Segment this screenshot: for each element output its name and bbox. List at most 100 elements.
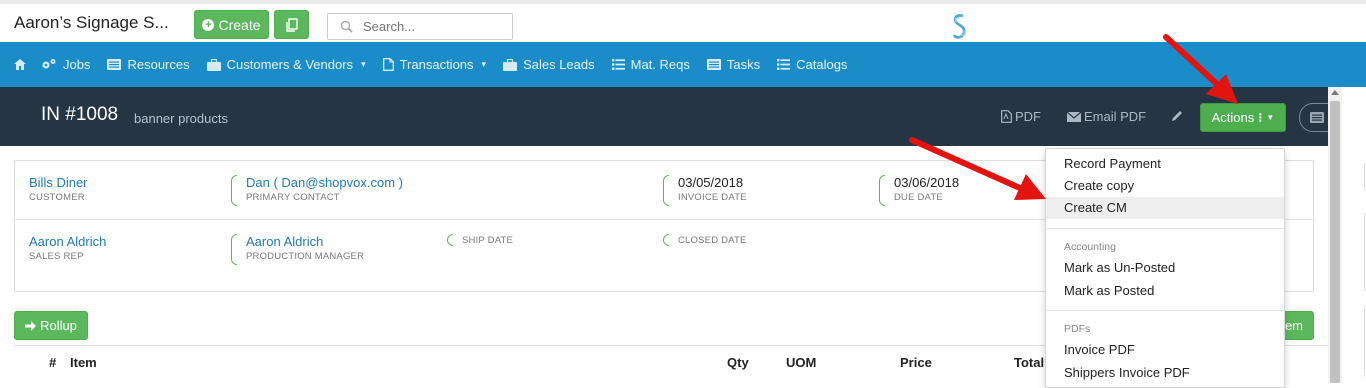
list-icon (706, 59, 721, 70)
pdf-link-label: PDF (1015, 109, 1041, 124)
production-manager-link[interactable]: Aaron Aldrich (246, 234, 364, 249)
nav-customers-vendors[interactable]: Customers & Vendors ▾ (206, 57, 366, 72)
nav-customers-vendors-label: Customers & Vendors (226, 57, 354, 72)
nav-home[interactable] (14, 59, 26, 70)
nav-jobs[interactable]: Jobs (41, 57, 90, 72)
primary-contact-link[interactable]: Dan ( Dan@shopvox.com ) (246, 175, 403, 190)
briefcase-icon (503, 58, 518, 71)
menu-header-accounting: Accounting (1064, 241, 1116, 253)
pencil-icon (1172, 111, 1182, 121)
shopvox-logo (952, 14, 966, 39)
invoice-number: IN #1008 (41, 104, 119, 125)
search-input[interactable] (363, 19, 503, 34)
main-nav: Jobs Resources Customers & Vendors ▾ Tra… (0, 42, 1366, 87)
nav-resources-label: Resources (127, 57, 190, 72)
invoice-date-value: 03/05/2018 (678, 175, 744, 190)
menu-item-invoice-pdf[interactable]: Invoice PDF (1046, 339, 1284, 361)
closed-date-label: CLOSED DATE (678, 235, 747, 246)
email-pdf-label: Email PDF (1084, 109, 1147, 124)
nav-sales-leads-label: Sales Leads (523, 57, 595, 72)
pdf-link[interactable]: PDF (1001, 109, 1041, 124)
actions-button[interactable]: Actions ⁝ ▼ (1200, 103, 1286, 132)
copy-document-button[interactable] (274, 10, 309, 39)
nav-mat-reqs[interactable]: Mat. Reqs (611, 57, 690, 72)
search-box[interactable] (327, 13, 513, 40)
column-header-qty: Qty (727, 355, 749, 370)
customer-link[interactable]: Bills Diner (29, 175, 88, 190)
scrollbar-thumb[interactable] (1330, 101, 1340, 383)
due-date-value: 03/06/2018 (894, 175, 960, 190)
plus-circle-icon: + (202, 18, 215, 31)
field-bracket (231, 234, 237, 265)
document-icon (382, 58, 394, 71)
column-header-price: Price (900, 355, 932, 370)
due-date-field[interactable]: 03/06/2018 DUE DATE (894, 175, 959, 203)
primary-contact-field: Dan ( Dan@shopvox.com ) PRIMARY CONTACT (246, 175, 403, 203)
sales-rep-label: SALES REP (29, 251, 84, 262)
menu-item-shippers-invoice-pdf[interactable]: Shippers Invoice PDF (1046, 362, 1284, 384)
email-pdf-link[interactable]: Email PDF (1067, 109, 1146, 124)
more-vertical-icon: ⁝ (1258, 109, 1263, 125)
field-bracket (663, 234, 669, 246)
production-manager-field: Aaron Aldrich PRODUCTION MANAGER (246, 234, 364, 262)
create-button[interactable]: + Create (194, 10, 269, 39)
chevron-down-icon: ▼ (1266, 113, 1275, 122)
app-title[interactable]: Aaron’s Signage S... (14, 13, 169, 33)
ship-date-field[interactable]: SHIP DATE (462, 235, 513, 246)
customer-field: Bills Diner CUSTOMER (29, 175, 88, 203)
right-panel-edge (1342, 87, 1366, 383)
rollup-button-label: Rollup (40, 318, 77, 333)
menu-item-mark-posted[interactable]: Mark as Posted (1046, 280, 1284, 302)
chevron-down-icon: ▾ (481, 59, 487, 69)
menu-item-record-payment[interactable]: Record Payment (1046, 153, 1284, 175)
scroll-up-arrow-icon[interactable] (1331, 90, 1339, 95)
menu-divider (1046, 310, 1284, 311)
scrollbar[interactable] (1328, 87, 1342, 383)
edit-button[interactable] (1171, 110, 1183, 122)
field-bracket (879, 175, 885, 206)
nav-catalogs[interactable]: Catalogs (777, 57, 847, 72)
sales-rep-field: Aaron Aldrich SALES REP (29, 234, 106, 262)
add-item-button-label: em (1284, 318, 1303, 333)
invoice-date-field[interactable]: 03/05/2018 INVOICE DATE (678, 175, 747, 203)
menu-item-create-cm[interactable]: Create CM (1046, 197, 1284, 219)
menu-divider (1046, 228, 1284, 229)
column-header-item: Item (70, 355, 97, 370)
column-header-uom: UOM (786, 355, 817, 370)
sales-rep-link[interactable]: Aaron Aldrich (29, 234, 106, 249)
nav-tasks[interactable]: Tasks (706, 57, 761, 72)
cogs-icon (42, 59, 56, 69)
menu-item-create-copy[interactable]: Create copy (1046, 175, 1284, 197)
nav-tasks-label: Tasks (726, 57, 761, 72)
list-panel-icon (1310, 112, 1324, 123)
nav-transactions[interactable]: Transactions ▾ (382, 57, 487, 72)
rollup-button[interactable]: Rollup (14, 311, 88, 340)
nav-sales-leads[interactable]: Sales Leads (503, 57, 595, 72)
field-bracket (447, 234, 453, 246)
nav-resources[interactable]: Resources (107, 57, 190, 72)
column-header-number: # (49, 355, 57, 370)
due-date-label: DUE DATE (894, 192, 943, 203)
actions-dropdown-menu: Record Payment Create copy Create CM Acc… (1045, 148, 1285, 388)
invoice-header: IN #1008 banner products PDF Email PDF A… (0, 87, 1335, 146)
menu-item-mark-unposted[interactable]: Mark as Un-Posted (1046, 257, 1284, 279)
home-icon (14, 59, 26, 70)
list-icon (777, 59, 791, 70)
create-button-label: Create (218, 16, 261, 33)
pdf-file-icon (1001, 110, 1012, 123)
copy-document-icon (285, 17, 298, 32)
list-icon (107, 59, 122, 70)
field-bracket (663, 175, 669, 206)
list-icon (611, 59, 625, 70)
briefcase-icon (206, 58, 221, 71)
top-bar: Aaron’s Signage S... + Create (0, 0, 1366, 42)
arrow-right-icon (25, 320, 37, 331)
invoice-subtitle: banner products (134, 111, 228, 126)
nav-mat-reqs-label: Mat. Reqs (630, 57, 690, 72)
closed-date-field[interactable]: CLOSED DATE (678, 235, 747, 246)
nav-jobs-label: Jobs (63, 57, 91, 72)
search-icon (340, 20, 353, 33)
primary-contact-label: PRIMARY CONTACT (246, 192, 340, 203)
envelope-icon (1067, 111, 1081, 122)
ship-date-label: SHIP DATE (462, 235, 514, 246)
